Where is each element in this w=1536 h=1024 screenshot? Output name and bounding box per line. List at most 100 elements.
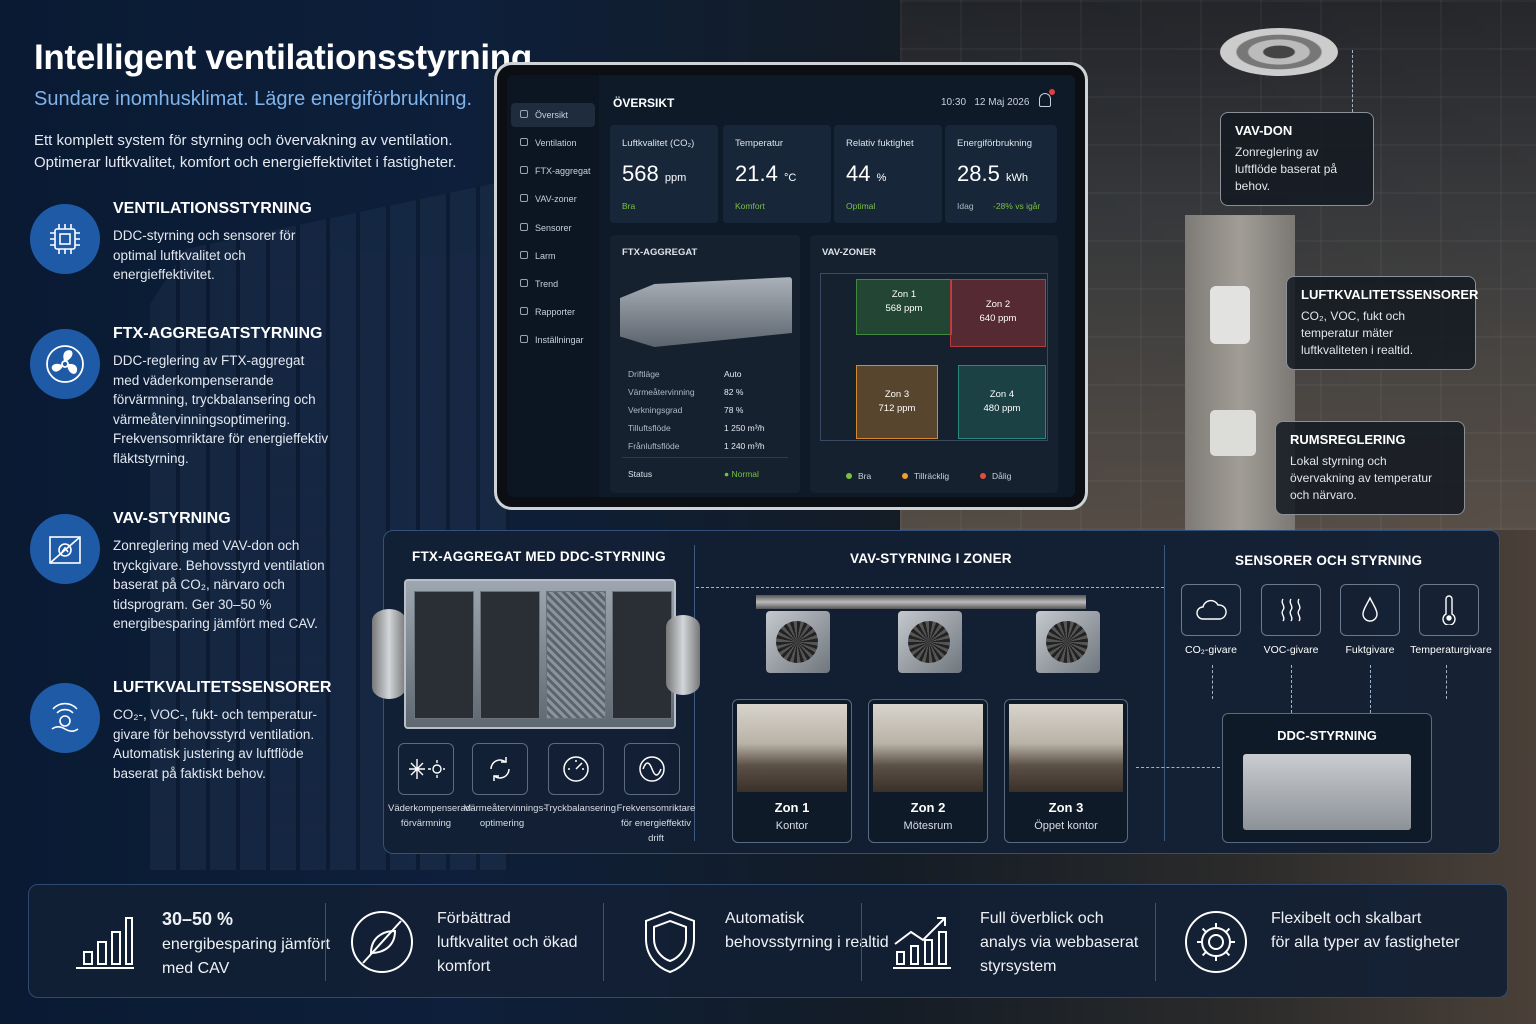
callout-room-control: RUMSREGLERING Lokal styrning och övervak… [1275,421,1465,515]
legend-item: Tillräcklig [902,471,949,481]
nav-item-ftx[interactable]: FTX-aggregat [511,159,595,183]
nav-item-trend[interactable]: Trend [511,272,595,296]
dashboard-title: ÖVERSIKT [613,96,675,110]
sensor-label: Fuktgivare [1345,644,1395,656]
sensor-label: CO₂-givare [1185,644,1237,656]
sensor-icon [520,223,528,231]
nav-label: Trend [535,279,559,289]
zone-value: 480 ppm [983,403,1021,414]
ftx-icon [520,166,528,174]
kpi-number: 28.5 [957,161,1000,186]
divider [694,545,695,841]
divider [861,903,862,981]
room-image [873,704,983,792]
bar-chart-icon [69,907,139,977]
nav-label: Rapporter [535,307,576,317]
divider [622,457,788,458]
kpi-value: 568 ppm [622,161,686,187]
row-value: 82 % [724,387,744,397]
gear-icon [1181,907,1251,977]
leaf-icon [347,907,417,977]
kpi-label: Energiförbrukning [957,138,1032,149]
vav-panel: VAV-ZONER Zon 1 568 ppm Zon 2 640 ppm Zon … [810,235,1058,493]
zone-type: Öppet kontor [1034,820,1098,832]
ftx-row: Driftläge Auto [628,369,742,379]
callout-title: LUFTKVALITETSSENSORER [1301,287,1479,302]
callout-desc: Zonreglering av luftflöde baserat på beh… [1235,145,1338,193]
vav-box [766,611,830,673]
dashboard-sidebar: Översikt Ventilation FTX-aggregat VAV-zo… [507,75,599,497]
feature-desc: Zonreglering med VAV-don och tryckgivare… [113,538,325,631]
unit-fan [414,591,474,719]
function-label: Frekvensomriktare för energieffektiv dri… [616,803,696,844]
notification-bell-icon[interactable] [1039,89,1055,107]
snow-sun-icon [398,743,454,795]
zone-name: Zon 1 [891,289,917,300]
feature-desc: DDC-styrning och sensorer för optimal lu… [113,228,296,282]
callout-desc: Lokal styrning och övervakning av temper… [1290,454,1433,502]
cloud-icon [1181,584,1241,636]
signal-line [1212,665,1213,699]
kpi-unit: ppm [664,172,687,184]
droplet-icon [1340,584,1400,636]
ddc-hardware-image [1243,754,1411,830]
zone-name: Zon 3 [884,389,910,400]
panel-title: FTX-AGGREGAT [622,247,698,258]
benefit-text: 30–50 % energibesparing jämfört med CAV [162,907,352,981]
nav-item-larm[interactable]: Larm [511,244,595,268]
function-label: Värmeåtervinnings- optimering [464,803,547,829]
row-label: Driftläge [628,369,660,379]
vav-box [1036,611,1100,673]
nav-item-vav[interactable]: VAV-zoner [511,187,595,211]
legend-dot [980,473,986,479]
legend-dot [902,473,908,479]
callout-connector [1352,50,1353,112]
vav-zone[interactable]: Zon 1 568 ppm [856,279,952,335]
trend-icon [520,279,528,287]
ftx-row: Verkningsgrad 78 % [628,405,743,415]
divider [603,903,604,981]
ftx-unit-image [620,277,792,347]
legend-label: Dålig [992,471,1012,481]
ftx-row: Tilluftsflöde 1 250 m³/h [628,423,765,433]
kpi-unit: kWh [1005,172,1028,184]
sensor-label: VOC-givare [1263,644,1319,656]
nav-item-oversikt[interactable]: Översikt [511,103,595,127]
page-title: Intelligent ventilationsstyrning [34,38,532,77]
zone-card: Zon 2 Mötesrum [868,699,988,843]
gauge-icon [548,743,604,795]
legend-label: Tillräcklig [914,471,950,481]
vav-icon [520,194,528,202]
kpi-number: 568 [622,161,659,186]
callout-vav-don: VAV-DON Zonreglering av luftflöde basera… [1220,112,1374,206]
room-image [737,704,847,792]
nav-label: Larm [535,251,556,261]
benefits-bar: 30–50 % energibesparing jämfört med CAV F… [28,884,1508,998]
nav-label: Ventilation [535,138,577,148]
zone-value: 640 ppm [979,313,1017,324]
duct-outlet [666,615,700,695]
kpi-status: Komfort [735,201,765,211]
air-sensor-device [1210,286,1250,344]
vav-zone[interactable]: Zon 3 712 ppm [856,365,938,439]
kpi-co2: Luftkvalitet (CO₂) 568 ppm Bra [610,125,718,223]
legend-label: Bra [858,471,872,481]
overview-icon [520,110,528,118]
feature-title: FTX-AGGREGATSTYRNING [113,325,323,342]
zone-name: Zon 4 [989,389,1015,400]
kpi-delta: -28% vs igår [993,201,1041,211]
callout-title: VAV-DON [1235,123,1293,138]
nav-item-installningar[interactable]: Inställningar [511,328,595,352]
unit-filter [480,591,540,719]
nav-item-sensorer[interactable]: Sensorer [511,216,595,240]
vav-zone[interactable]: Zon 2 640 ppm [950,279,1046,347]
ftx-row: Frånluftsflöde 1 240 m³/h [628,441,765,451]
row-value: 1 240 m³/h [724,441,765,451]
ventilation-icon [520,138,528,146]
benefit-detail: analys via webbaserat styrsystem [980,934,1139,975]
nav-item-rapporter[interactable]: Rapporter [511,300,595,324]
divider [1155,903,1156,981]
vav-zone[interactable]: Zon 4 480 ppm [958,365,1046,439]
nav-item-ventilation[interactable]: Ventilation [511,131,595,155]
nav-label: Inställningar [535,335,584,345]
